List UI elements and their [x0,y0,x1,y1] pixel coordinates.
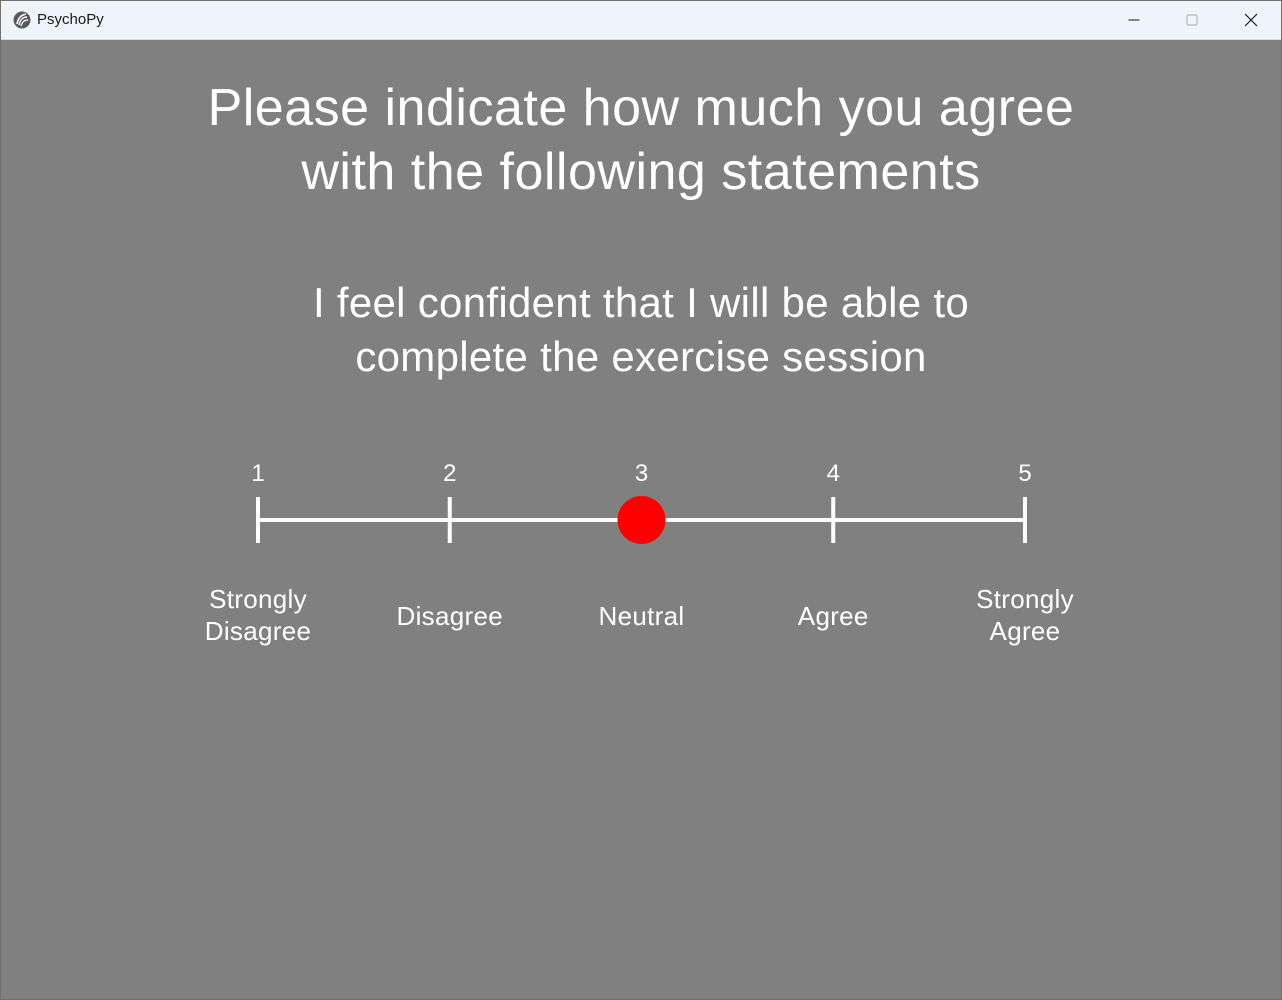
scale-label-3: Neutral [552,600,732,632]
close-button[interactable] [1222,1,1280,39]
scale-tick-number-2: 2 [443,460,456,487]
maximize-icon [1186,14,1198,26]
scale-label-1-line-2: Disagree [204,616,312,646]
scale-label-1-line-1: Strongly [209,584,307,614]
close-icon [1244,13,1258,27]
experiment-canvas: Please indicate how much you agree with … [1,40,1281,1000]
scale-tick-number-4: 4 [827,460,840,487]
scale-label-3-line-1: Neutral [598,601,685,631]
minimize-icon [1128,19,1140,21]
selection-marker[interactable] [617,496,666,544]
title-bar[interactable]: PsychoPy [1,1,1281,40]
window-title: PsychoPy [37,11,104,28]
scale-label-1: Strongly Disagree [168,583,348,647]
scale-tick-number-3: 3 [635,460,648,487]
scale-label-5-line-1: Strongly [976,584,1074,614]
psychopy-logo-icon [13,11,31,29]
scale-label-2: Disagree [360,600,540,632]
scale-label-5-line-2: Agree [989,616,1061,646]
psychopy-window: PsychoPy Please indicate how much you ag… [0,0,1282,1000]
scale-tick-number-1: 1 [251,460,264,487]
scale-tick-number-5: 5 [1018,460,1031,487]
rating-scale[interactable]: 1 2 3 4 5 [1,40,1281,1000]
scale-label-4: Agree [743,600,923,632]
scale-label-2-line-1: Disagree [396,601,503,631]
scale-label-4-line-1: Agree [797,601,869,631]
maximize-button[interactable] [1163,1,1221,39]
minimize-button[interactable] [1105,1,1163,39]
scale-label-5: Strongly Agree [935,583,1115,647]
